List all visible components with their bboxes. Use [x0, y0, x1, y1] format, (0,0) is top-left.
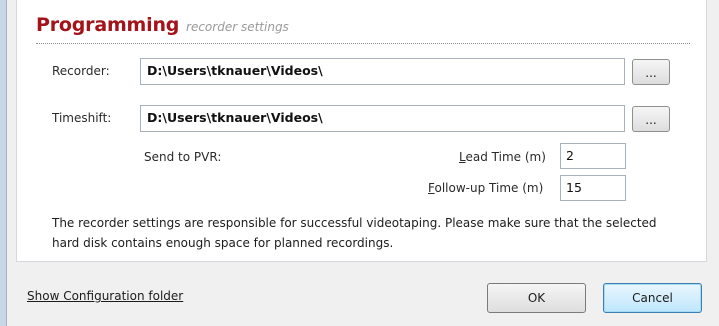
lead-time-label: Lead Time (m) — [459, 150, 546, 164]
lead-time-input[interactable]: 2 — [560, 143, 626, 169]
recorder-browse-button[interactable]: ... — [632, 59, 670, 85]
show-config-folder-link[interactable]: Show Configuration folder — [27, 289, 183, 303]
followup-time-label: Follow-up Time (m) — [428, 181, 543, 195]
section-title: Programming — [36, 14, 180, 36]
recorder-label: Recorder: — [52, 64, 110, 78]
timeshift-label: Timeshift: — [52, 111, 112, 125]
recorder-path-input[interactable]: D:\Users\tknauer\Videos\ — [140, 58, 625, 85]
followup-time-input[interactable]: 15 — [560, 175, 626, 201]
followup-time-label-text: ollow-up Time (m) — [434, 181, 544, 195]
ok-button[interactable]: OK — [487, 283, 586, 313]
section-heading: Programming recorder settings — [36, 14, 289, 36]
cancel-button[interactable]: Cancel — [603, 283, 702, 313]
heading-divider — [36, 43, 690, 44]
section-subtitle: recorder settings — [186, 20, 289, 34]
timeshift-browse-button[interactable]: ... — [632, 106, 670, 132]
lead-time-label-text: ead Time (m) — [465, 150, 546, 164]
timeshift-path-input[interactable]: D:\Users\tknauer\Videos\ — [140, 105, 625, 132]
send-to-pvr-label: Send to PVR: — [144, 150, 222, 164]
recorder-settings-note: The recorder settings are responsible fo… — [52, 216, 657, 250]
